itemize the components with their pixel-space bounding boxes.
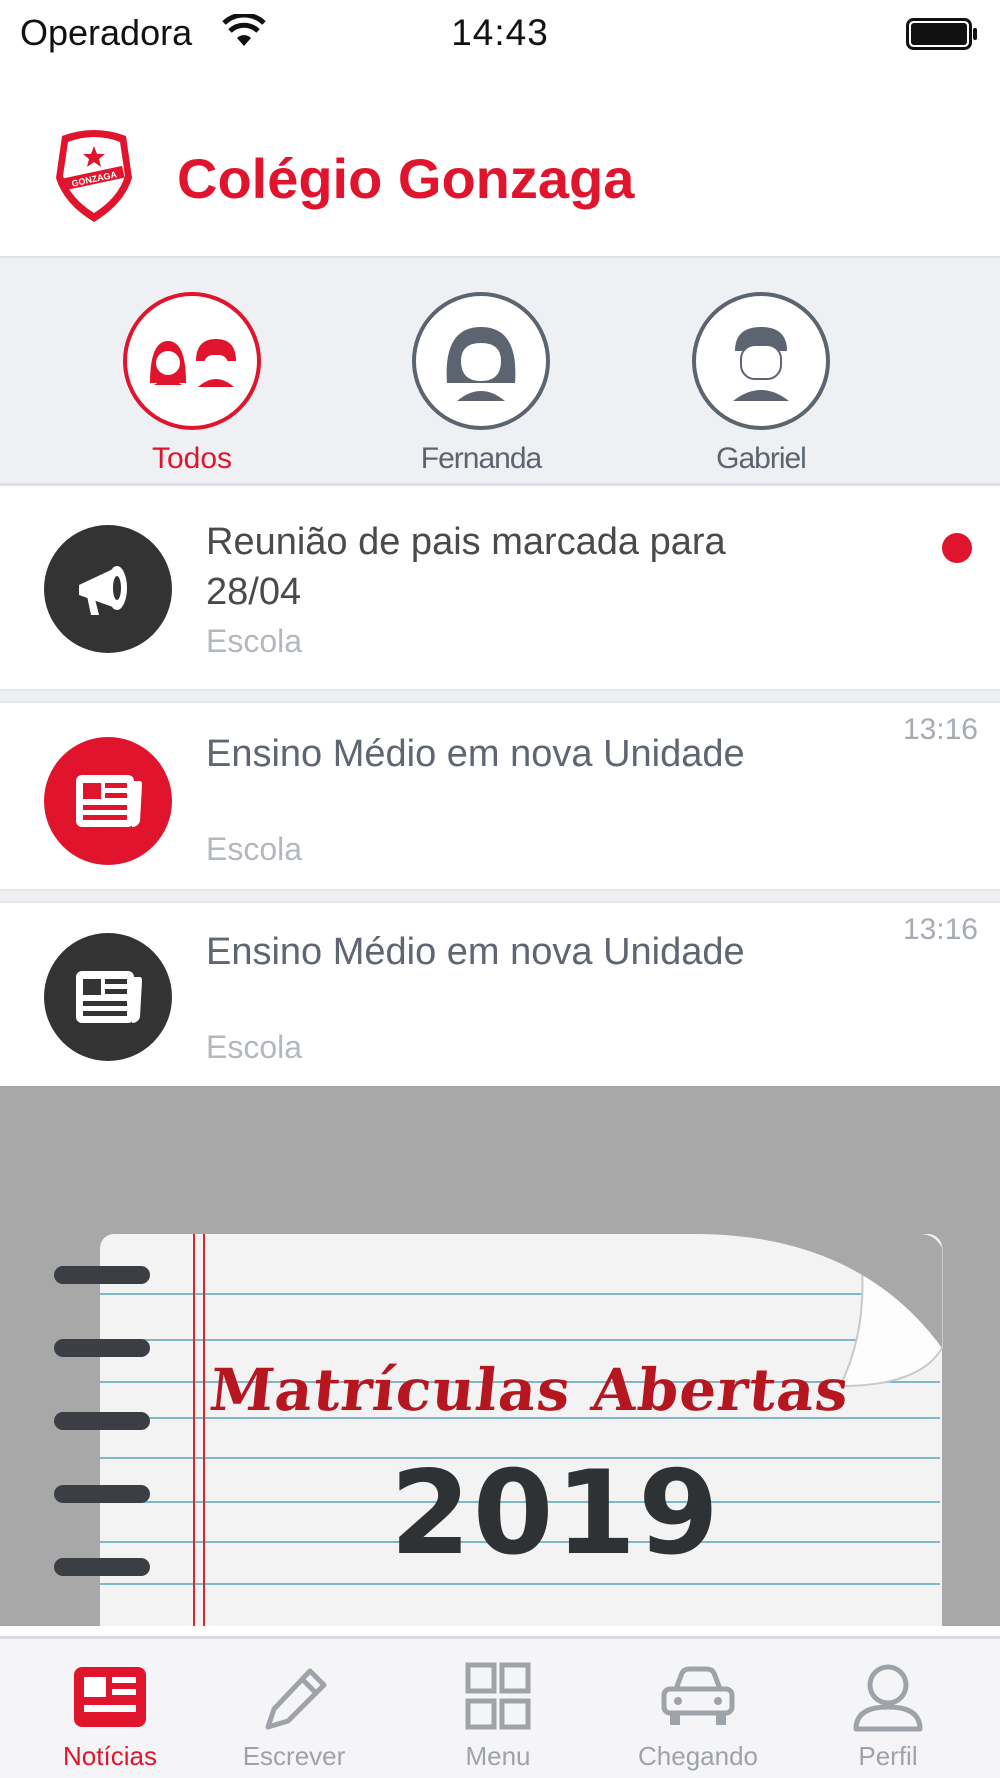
profile-circle — [412, 292, 550, 430]
girl-avatar-icon — [446, 327, 516, 401]
newspaper-icon — [76, 775, 142, 827]
profile-label: Fernanda — [420, 442, 542, 475]
profile-selector: Todos Fernanda Gabriel — [0, 258, 1000, 486]
news-item[interactable]: Ensino Médio em nova Unidade Escola 13:1… — [0, 703, 1000, 889]
profile-fernanda[interactable]: Fernanda — [406, 292, 556, 476]
news-icon — [74, 1667, 146, 1727]
news-item[interactable]: Ensino Médio em nova Unidade Escola 13:1… — [0, 903, 1000, 1086]
profile-gabriel[interactable]: Gabriel — [686, 292, 836, 476]
profile-circle — [692, 292, 830, 430]
divider — [0, 889, 1000, 903]
profile-circle — [123, 292, 261, 430]
tab-noticias[interactable]: Notícias — [10, 1639, 210, 1778]
news-time: 13:16 — [902, 913, 978, 946]
news-title: Ensino Médio em nova Unidade — [206, 733, 745, 775]
battery-icon — [906, 18, 977, 50]
news-icon-circle — [44, 737, 172, 865]
news-source: Escola — [206, 831, 303, 867]
banner-year: 2019 — [390, 1446, 721, 1581]
news-time: 13:16 — [902, 713, 978, 746]
profile-todos[interactable]: Todos — [117, 292, 267, 476]
boy-avatar-icon — [733, 327, 789, 401]
unread-indicator — [942, 533, 972, 563]
tab-label: Chegando — [638, 1741, 758, 1771]
status-bar: Operadora 14:43 — [0, 0, 1000, 70]
tab-label: Notícias — [63, 1741, 157, 1771]
newspaper-icon — [76, 971, 142, 1023]
grid-icon — [465, 1662, 531, 1730]
pencil-icon — [265, 1668, 327, 1730]
banner-headline: Matrículas Abertas — [206, 1356, 853, 1424]
news-title: Ensino Médio em nova Unidade — [206, 931, 745, 973]
person-icon — [853, 1664, 923, 1732]
enrollment-banner[interactable]: Matrículas Abertas 2019 — [0, 1086, 1000, 1626]
tab-label: Perfil — [858, 1741, 918, 1771]
tab-label: Escrever — [242, 1741, 346, 1771]
profile-label: Todos — [151, 442, 233, 475]
divider — [0, 689, 1000, 703]
news-source: Escola — [206, 623, 303, 659]
tab-perfil[interactable]: Perfil — [788, 1639, 988, 1778]
news-source: Escola — [206, 1029, 303, 1065]
page-title: Colégio Gonzaga — [177, 147, 635, 210]
tab-menu[interactable]: Menu — [398, 1639, 598, 1778]
group-icon — [150, 339, 236, 387]
news-icon-circle — [44, 933, 172, 1061]
spiral-rings — [54, 1266, 150, 1576]
app-header: GONZAGA Colégio Gonzaga — [0, 70, 1000, 258]
news-title: Reunião de pais marcada para 28/04 — [206, 521, 726, 613]
status-time: 14:43 — [451, 12, 549, 53]
tab-bar: Notícias Escrever Menu Chegando Perfil — [0, 1636, 1000, 1778]
profile-label: Gabriel — [716, 442, 807, 475]
news-icon-circle — [44, 525, 172, 653]
tab-chegando[interactable]: Chegando — [598, 1639, 798, 1778]
news-item[interactable]: Reunião de pais marcada para 28/04 Escol… — [0, 487, 1000, 689]
school-logo: GONZAGA — [56, 130, 132, 222]
car-icon — [661, 1666, 735, 1725]
megaphone-icon — [79, 566, 127, 615]
tab-escrever[interactable]: Escrever — [194, 1639, 394, 1778]
tab-label: Menu — [465, 1741, 531, 1771]
